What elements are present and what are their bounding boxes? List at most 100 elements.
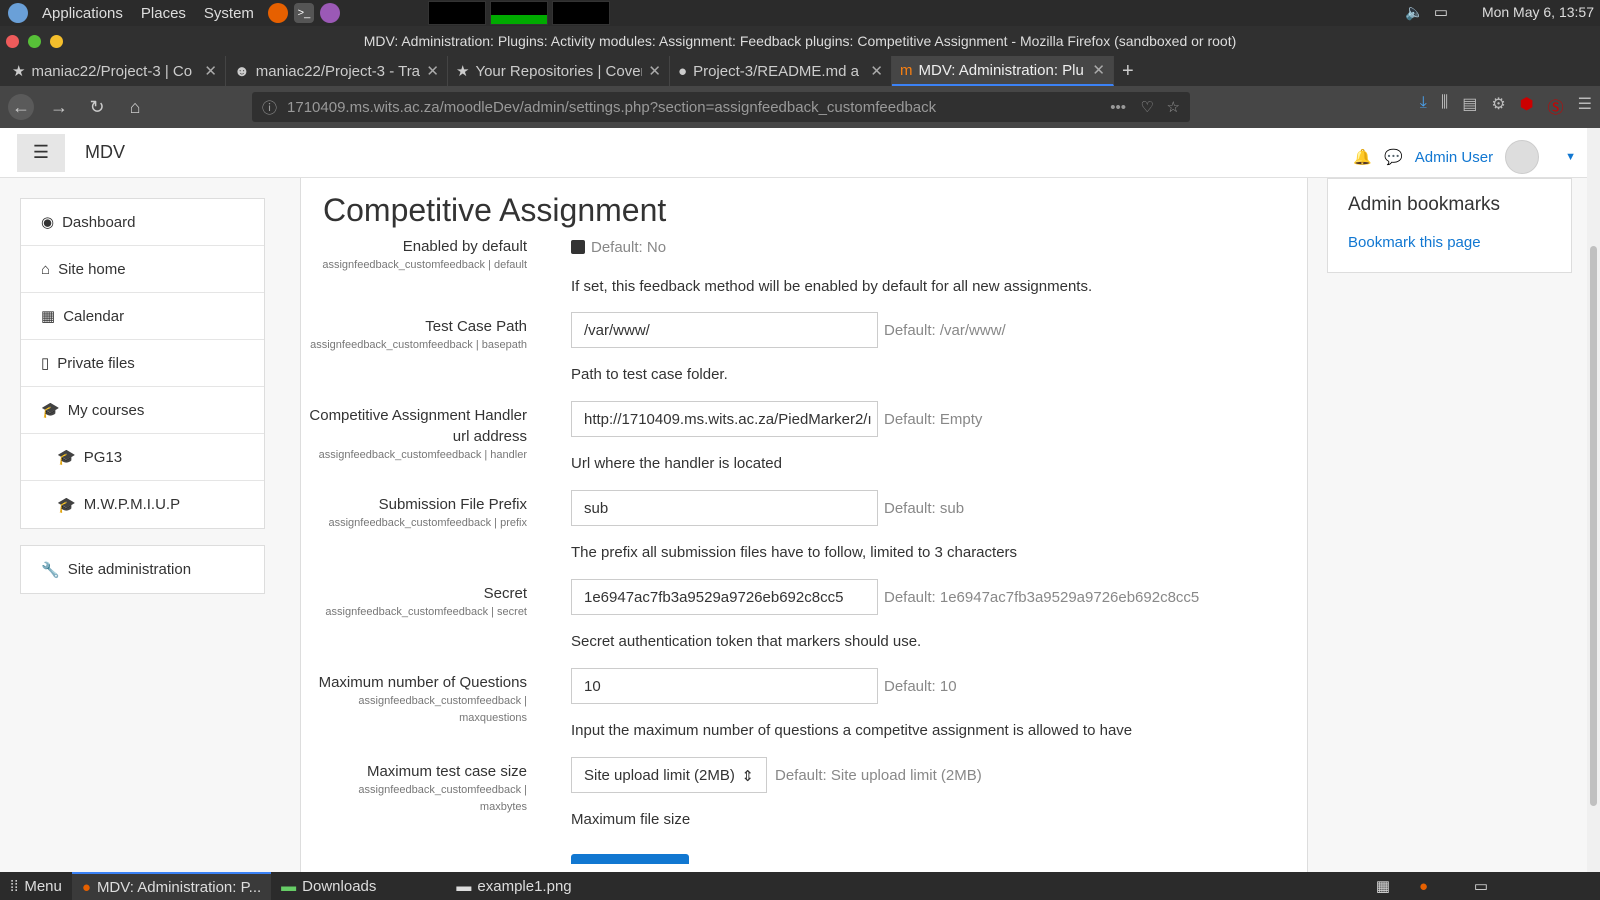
net-graph xyxy=(552,1,610,25)
back-button[interactable]: ← xyxy=(8,94,34,120)
extension-icon[interactable]: ⚙ xyxy=(1491,94,1505,118)
volume-icon[interactable]: 🔈 xyxy=(1405,3,1424,21)
setting-description: If set, this feedback method will be ena… xyxy=(571,278,1093,295)
tab-strip: ★ maniac22/Project-3 | Co ✕ ☻ maniac22/Proj… xyxy=(0,56,1600,86)
close-tab-icon[interactable]: ✕ xyxy=(204,62,217,80)
firefox-launcher-icon[interactable] xyxy=(267,3,288,23)
scrollbar-thumb[interactable] xyxy=(1590,246,1597,806)
setting-key: assignfeedback_customfeedback | prefix xyxy=(328,517,527,529)
desktop-preview-icon[interactable]: ▭ xyxy=(1474,877,1488,895)
terminal-launcher-icon[interactable]: >_ xyxy=(293,3,314,23)
nav-my-courses[interactable]: 🎓 My courses xyxy=(21,387,264,434)
menu-places[interactable]: Places xyxy=(141,5,186,22)
avatar[interactable] xyxy=(1505,140,1540,174)
url-text: 1710409.ms.wits.ac.za/moodleDev/admin/se… xyxy=(287,98,937,116)
message-icon[interactable]: 💬 xyxy=(1384,148,1403,166)
tab-coveralls[interactable]: ★ Your Repositories | Cover ✕ xyxy=(448,56,670,86)
setting-default: Default: sub xyxy=(884,500,965,517)
dashboard-icon: ◉ xyxy=(41,214,55,231)
firefox-tray-icon[interactable]: ● xyxy=(1419,878,1428,895)
download-icon[interactable]: ⤓ xyxy=(1420,94,1427,118)
maximize-window-button[interactable] xyxy=(28,35,41,48)
extension2-icon[interactable]: Ⓢ xyxy=(1548,94,1564,118)
library-icon[interactable]: ⫼ xyxy=(1441,94,1448,118)
nav-dashboard[interactable]: ◉ Dashboard xyxy=(21,199,264,246)
nav-course-pg13[interactable]: 🎓 PG13 xyxy=(21,434,264,481)
tab-travis[interactable]: ☻ maniac22/Project-3 - Tra ✕ xyxy=(226,56,448,86)
user-name[interactable]: Admin User xyxy=(1415,149,1493,166)
minimize-window-button[interactable] xyxy=(50,35,63,48)
nav-course-mwpmiup[interactable]: 🎓 M.W.P.M.I.U.P xyxy=(21,481,264,528)
page-actions-icon[interactable]: ••• xyxy=(1110,99,1126,116)
pocket-icon[interactable]: ♡ xyxy=(1141,98,1154,116)
workspace-switcher-icon[interactable]: ▦ xyxy=(1376,877,1390,895)
close-tab-icon[interactable]: ✕ xyxy=(870,62,883,80)
window-titlebar: MDV: Administration: Plugins: Activity m… xyxy=(0,26,1600,56)
page-scrollbar[interactable] xyxy=(1587,128,1600,872)
secret-input[interactable]: 1e6947ac7fb3a9529a9726eb692c8cc5 xyxy=(571,579,878,615)
folder-icon: ▬ xyxy=(281,877,297,895)
grid-icon: ⁞⁞ xyxy=(10,877,19,895)
nav-drawer-toggle[interactable]: ☰ xyxy=(17,133,65,172)
tab-github-project[interactable]: ★ maniac22/Project-3 | Co ✕ xyxy=(4,56,226,86)
file-icon: ▯ xyxy=(41,355,50,372)
tab-mdv-admin[interactable]: m MDV: Administration: Plu ✕ xyxy=(892,56,1114,86)
prefix-input[interactable]: sub xyxy=(571,490,878,526)
setting-label: Maximum number of Questions xyxy=(318,674,527,691)
setting-label: Maximum test case size xyxy=(366,763,527,780)
taskbar-menu[interactable]: ⁞⁞ Menu xyxy=(0,872,72,900)
setting-key: assignfeedback_customfeedback | secret xyxy=(325,606,527,618)
graduation-cap-icon: 🎓 xyxy=(57,496,76,514)
enabled-checkbox[interactable] xyxy=(571,240,585,254)
tab-readme[interactable]: ● Project-3/README.md a ✕ xyxy=(670,56,892,86)
bookmark-star-icon[interactable]: ☆ xyxy=(1167,98,1180,116)
site-brand[interactable]: MDV xyxy=(85,142,125,163)
display-icon[interactable]: ▭ xyxy=(1434,3,1448,21)
setting-description: Input the maximum number of questions a … xyxy=(571,722,1133,739)
basepath-input[interactable]: /var/www/ xyxy=(571,312,878,348)
menu-icon[interactable]: ☰ xyxy=(1578,94,1592,118)
menu-system[interactable]: System xyxy=(204,5,254,22)
block-title: Admin bookmarks xyxy=(1348,194,1501,215)
taskbar-downloads[interactable]: ▬ Downloads xyxy=(271,872,386,900)
home-icon: ⌂ xyxy=(41,260,51,278)
max-bytes-select[interactable]: Site upload limit (2MB) ⇕ xyxy=(571,757,767,793)
calendar-icon: ▦ xyxy=(41,308,56,325)
save-changes-button[interactable] xyxy=(571,854,689,864)
close-window-button[interactable] xyxy=(6,35,19,48)
mem-graph xyxy=(490,1,548,25)
clock[interactable]: Mon May 6, 13:57 xyxy=(1482,4,1594,20)
info-icon[interactable]: ⓘ xyxy=(262,97,277,118)
caret-down-icon[interactable]: ▼ xyxy=(1565,151,1576,163)
taskbar-firefox[interactable]: ● MDV: Administration: P... xyxy=(71,872,272,900)
image-icon: ▬ xyxy=(456,877,472,895)
sidebar-icon[interactable]: ▤ xyxy=(1462,94,1477,118)
forward-button[interactable]: → xyxy=(46,94,72,120)
bookmark-this-page-link[interactable]: Bookmark this page xyxy=(1348,234,1551,251)
taskbar-image[interactable]: ▬ example1.png xyxy=(446,872,581,900)
close-tab-icon[interactable]: ✕ xyxy=(1092,61,1105,79)
max-questions-input[interactable]: 10 xyxy=(571,668,878,704)
user-menu[interactable]: 🔔 💬 Admin User ▼ xyxy=(1353,140,1576,174)
nav-calendar[interactable]: ▦ Calendar xyxy=(21,293,264,340)
ublock-icon[interactable]: ⬢ xyxy=(1520,94,1534,118)
editor-launcher-icon[interactable] xyxy=(319,3,340,23)
firefox-icon: ● xyxy=(81,878,91,896)
setting-label: Competitive Assignment Handler url addre… xyxy=(309,407,527,445)
handler-url-input[interactable]: http://1710409.ms.wits.ac.za/PiedMarker2… xyxy=(571,401,878,437)
reload-button[interactable]: ↻ xyxy=(84,94,110,120)
nav-site-administration[interactable]: 🔧 Site administration xyxy=(21,546,264,593)
url-bar[interactable]: ⓘ 1710409.ms.wits.ac.za/moodleDev/admin/… xyxy=(252,92,1190,122)
home-button[interactable]: ⌂ xyxy=(122,94,148,120)
setting-description: The prefix all submission files have to … xyxy=(571,544,1018,561)
nav-list: ◉ Dashboard ⌂ Site home ▦ Calendar ▯ Private… xyxy=(20,198,265,529)
distro-logo-icon[interactable] xyxy=(8,3,28,23)
bell-icon[interactable]: 🔔 xyxy=(1353,148,1372,166)
nav-private-files[interactable]: ▯ Private files xyxy=(21,340,264,387)
new-tab-button[interactable]: + xyxy=(1114,56,1154,86)
nav-site-home[interactable]: ⌂ Site home xyxy=(21,246,264,293)
menu-applications[interactable]: Applications xyxy=(42,5,123,22)
close-tab-icon[interactable]: ✕ xyxy=(426,62,439,80)
moodle-page: ☰ MDV 🔔 💬 Admin User ▼ ◉ Dashboard ⌂ Site … xyxy=(0,128,1600,872)
close-tab-icon[interactable]: ✕ xyxy=(648,62,661,80)
